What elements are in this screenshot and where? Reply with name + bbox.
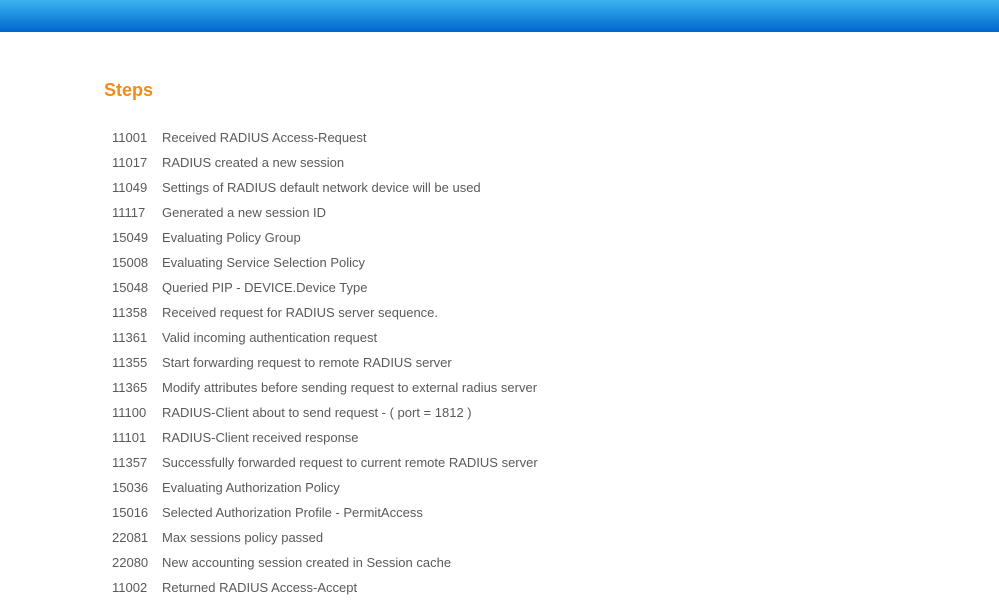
step-description: Start forwarding request to remote RADIU… [162,350,538,375]
content-area: Steps 11001Received RADIUS Access-Reques… [0,32,999,600]
step-description: New accounting session created in Sessio… [162,550,538,575]
table-row: 15049Evaluating Policy Group [104,225,538,250]
steps-table: 11001Received RADIUS Access-Request11017… [104,125,538,600]
step-code: 11100 [104,400,162,425]
table-row: 22080New accounting session created in S… [104,550,538,575]
table-row: 15036Evaluating Authorization Policy [104,475,538,500]
table-row: 11100RADIUS-Client about to send request… [104,400,538,425]
step-code: 11017 [104,150,162,175]
step-code: 15049 [104,225,162,250]
step-code: 11049 [104,175,162,200]
step-code: 15048 [104,275,162,300]
table-row: 15008Evaluating Service Selection Policy [104,250,538,275]
step-description: Received request for RADIUS server seque… [162,300,538,325]
step-description: Returned RADIUS Access-Accept [162,575,538,600]
step-description: RADIUS created a new session [162,150,538,175]
table-row: 11049Settings of RADIUS default network … [104,175,538,200]
table-row: 11361Valid incoming authentication reque… [104,325,538,350]
step-description: Received RADIUS Access-Request [162,125,538,150]
step-code: 11357 [104,450,162,475]
step-description: Max sessions policy passed [162,525,538,550]
table-row: 11117Generated a new session ID [104,200,538,225]
step-description: Modify attributes before sending request… [162,375,538,400]
table-row: 11357Successfully forwarded request to c… [104,450,538,475]
step-code: 11355 [104,350,162,375]
step-code: 15016 [104,500,162,525]
step-description: Evaluating Service Selection Policy [162,250,538,275]
step-description: Evaluating Authorization Policy [162,475,538,500]
page-title: Steps [104,80,999,101]
table-row: 15016Selected Authorization Profile - Pe… [104,500,538,525]
header-bar [0,0,999,32]
step-code: 11117 [104,200,162,225]
table-row: 22081Max sessions policy passed [104,525,538,550]
step-code: 11361 [104,325,162,350]
table-row: 11002Returned RADIUS Access-Accept [104,575,538,600]
table-row: 11355Start forwarding request to remote … [104,350,538,375]
step-code: 11365 [104,375,162,400]
step-description: Generated a new session ID [162,200,538,225]
step-code: 15036 [104,475,162,500]
step-code: 11002 [104,575,162,600]
table-row: 15048Queried PIP - DEVICE.Device Type [104,275,538,300]
table-row: 11017RADIUS created a new session [104,150,538,175]
step-description: RADIUS-Client about to send request - ( … [162,400,538,425]
table-row: 11358Received request for RADIUS server … [104,300,538,325]
step-code: 11001 [104,125,162,150]
step-description: Selected Authorization Profile - PermitA… [162,500,538,525]
step-code: 22081 [104,525,162,550]
step-code: 15008 [104,250,162,275]
step-code: 11358 [104,300,162,325]
step-description: Settings of RADIUS default network devic… [162,175,538,200]
table-row: 11365Modify attributes before sending re… [104,375,538,400]
table-row: 11101RADIUS-Client received response [104,425,538,450]
step-description: Valid incoming authentication request [162,325,538,350]
steps-tbody: 11001Received RADIUS Access-Request11017… [104,125,538,600]
step-description: Successfully forwarded request to curren… [162,450,538,475]
table-row: 11001Received RADIUS Access-Request [104,125,538,150]
step-description: Evaluating Policy Group [162,225,538,250]
step-code: 22080 [104,550,162,575]
step-code: 11101 [104,425,162,450]
step-description: RADIUS-Client received response [162,425,538,450]
step-description: Queried PIP - DEVICE.Device Type [162,275,538,300]
